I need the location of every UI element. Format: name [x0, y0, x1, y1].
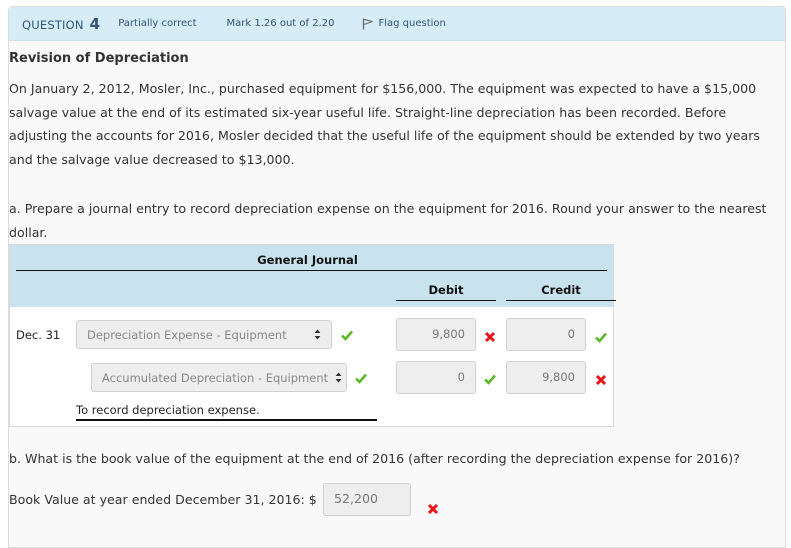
journal-title-divider: [16, 270, 607, 271]
journal-header: General Journal Debit Credit: [10, 245, 616, 307]
debit-input-2[interactable]: 0: [396, 361, 476, 394]
credit-input-2[interactable]: 9,800: [506, 361, 586, 394]
question-status: Partially correct: [118, 18, 197, 29]
general-journal: General Journal Debit Credit Dec. 31 Dep…: [9, 244, 616, 427]
credit-input-1[interactable]: 0: [506, 318, 586, 351]
credit-header: Credit: [541, 283, 581, 297]
part-a-prompt: a. Prepare a journal entry to record dep…: [9, 201, 767, 240]
account-select-1-value: Depreciation Expense - Equipment: [87, 327, 287, 342]
debit-header: Debit: [428, 283, 464, 297]
select-arrows-icon: [335, 372, 342, 383]
question-mark: Mark 1.26 out of 2.20: [226, 18, 335, 29]
select-arrows-icon: [314, 329, 321, 340]
question-number: QUESTION 4: [22, 15, 100, 33]
check-icon: [484, 374, 496, 385]
book-value-label: Book Value at year ended December 31, 20…: [9, 492, 317, 507]
problem-text: On January 2, 2012, Mosler, Inc., purcha…: [9, 81, 760, 167]
x-icon: [427, 503, 439, 515]
check-icon: [595, 332, 607, 343]
question-header: QUESTION 4 Partially correct Mark 1.26 o…: [9, 7, 785, 41]
problem-title: Revision of Depreciation: [9, 51, 189, 66]
x-icon: [595, 374, 607, 386]
book-value-input[interactable]: 52,200: [323, 483, 411, 516]
flag-question-button[interactable]: Flag question: [362, 17, 446, 30]
account-select-2[interactable]: Accumulated Depreciation - Equipment: [91, 363, 347, 392]
memo-underline: [76, 419, 377, 421]
entry-date: Dec. 31: [16, 328, 61, 342]
check-icon: [341, 330, 353, 341]
flag-icon: [363, 17, 374, 29]
debit-header-divider: [396, 300, 496, 301]
account-select-1[interactable]: Depreciation Expense - Equipment: [76, 320, 332, 349]
journal-memo: To record depreciation expense.: [76, 403, 260, 417]
x-icon: [484, 331, 496, 343]
check-icon: [355, 373, 367, 384]
part-b-prompt: b. What is the book value of the equipme…: [9, 451, 740, 466]
credit-header-divider: [506, 300, 616, 301]
journal-title: General Journal: [257, 253, 358, 267]
debit-input-1[interactable]: 9,800: [396, 318, 476, 351]
account-select-2-value: Accumulated Depreciation - Equipment: [102, 370, 329, 385]
question-label: QUESTION: [22, 17, 84, 32]
flag-label: Flag question: [378, 18, 446, 29]
question-number-value: 4: [89, 14, 101, 33]
